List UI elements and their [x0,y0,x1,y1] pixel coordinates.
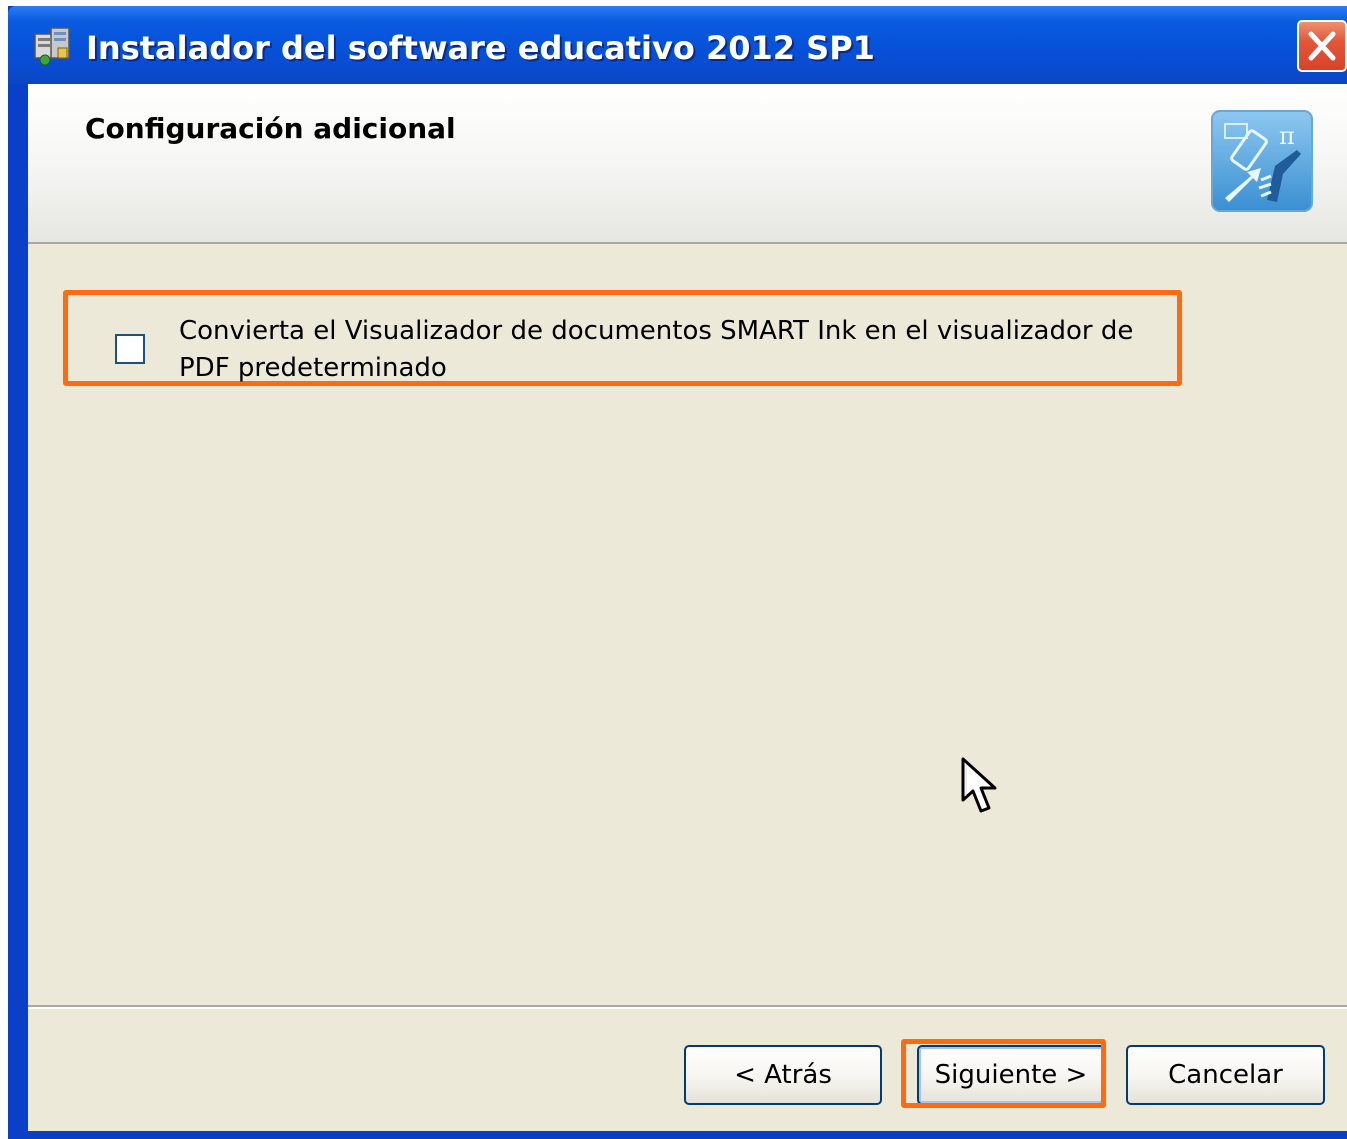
option-highlight-smart-ink-pdf: Convierta el Visualizador de documentos … [63,290,1182,386]
cancel-button[interactable]: Cancelar [1126,1045,1325,1105]
svg-text:π: π [1279,122,1295,150]
default-pdf-viewer-label[interactable]: Convierta el Visualizador de documentos … [179,313,1179,387]
default-pdf-viewer-checkbox[interactable] [115,334,145,364]
mouse-cursor-icon [961,757,997,813]
page-title: Configuración adicional [85,112,456,145]
installer-icon [34,27,70,66]
installer-window: Instalador del software educativo 2012 S… [8,6,1347,1139]
footer-divider [28,1005,1347,1009]
back-button[interactable]: < Atrás [684,1045,882,1105]
close-button[interactable] [1297,20,1347,72]
header-band: Configuración adicional π [28,84,1347,244]
window-title: Instalador del software educativo 2012 S… [86,29,875,67]
close-icon [1308,31,1336,61]
dialog-body: Configuración adicional π Convierta el V… [28,84,1347,1131]
title-bar[interactable]: Instalador del software educativo 2012 S… [8,6,1347,84]
smart-education-icon: π [1211,110,1313,212]
next-button[interactable]: Siguiente > [917,1045,1105,1105]
